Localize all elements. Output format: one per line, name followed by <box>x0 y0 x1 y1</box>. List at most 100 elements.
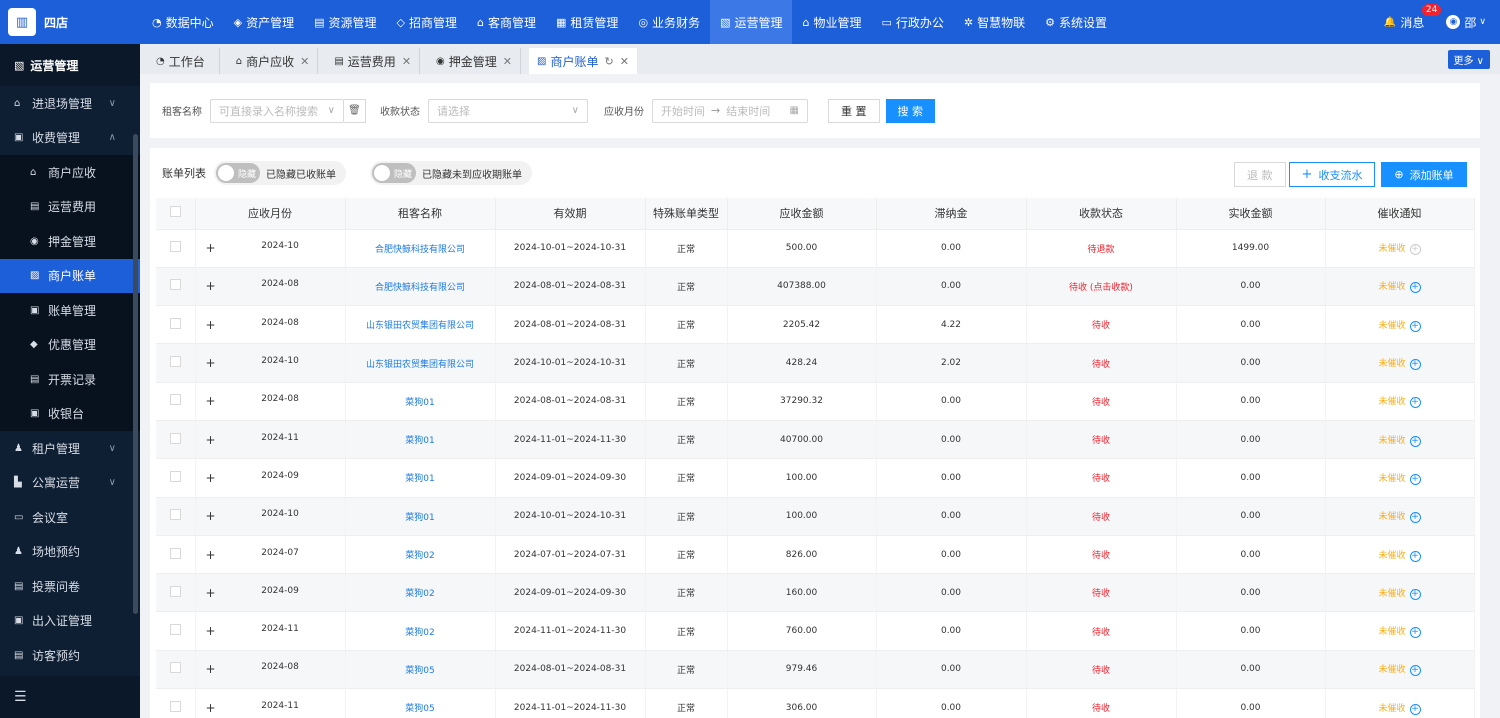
close-icon[interactable]: ✕ <box>503 55 512 68</box>
sidebar-item-sub_items-2[interactable]: ◉ 押金管理 <box>0 224 140 259</box>
expand-icon[interactable]: + <box>206 662 216 676</box>
tenant-link[interactable]: 山东银田农贸集团有限公司 <box>366 360 474 370</box>
tenant-link[interactable]: 菜狗05 <box>405 666 434 676</box>
tenant-link[interactable]: 菜狗02 <box>405 551 434 561</box>
reset-button[interactable]: 重 置 <box>828 98 880 123</box>
close-icon[interactable]: ✕ <box>402 55 411 68</box>
hide-not-due-toggle[interactable]: 隐藏 <box>372 163 416 183</box>
expand-icon[interactable]: + <box>206 701 216 715</box>
expand-icon[interactable]: + <box>206 624 216 638</box>
month-range-picker[interactable]: 开始时间 → 结束时间 ▦ <box>652 98 808 123</box>
topnav-item-5[interactable]: ▦ 租赁管理 <box>546 0 628 44</box>
messages-button[interactable]: 🔔 消息 24 <box>1384 3 1442 31</box>
send-remind-icon[interactable]: + <box>1409 244 1421 256</box>
tenant-link[interactable]: 菜狗01 <box>405 474 434 484</box>
topnav-item-7[interactable]: ▧ 运营管理 <box>710 0 793 44</box>
sidebar-item-items_bottom-5[interactable]: ▣ 出入证管理 <box>0 604 140 639</box>
row-checkbox[interactable] <box>169 624 181 636</box>
sidebar-item-items_top-0[interactable]: ⌂ 进退场管理 ∨ <box>0 86 140 121</box>
send-remind-icon[interactable]: + <box>1409 665 1421 677</box>
hide-paid-toggle[interactable]: 隐藏 <box>216 163 260 183</box>
expand-icon[interactable]: + <box>206 318 216 332</box>
search-button[interactable]: 搜 索 <box>885 98 935 123</box>
send-remind-icon[interactable]: + <box>1409 627 1421 639</box>
tab-1[interactable]: ⌂ 商户应收 ✕ <box>227 48 319 74</box>
topnav-item-2[interactable]: ▤ 资源管理 <box>304 0 386 44</box>
row-checkbox[interactable] <box>169 509 181 521</box>
clear-tenant-button[interactable]: 🗑 <box>344 98 366 123</box>
send-remind-icon[interactable]: + <box>1409 359 1421 371</box>
topnav-item-9[interactable]: ▭ 行政办公 <box>871 0 953 44</box>
row-checkbox[interactable] <box>169 241 181 253</box>
refresh-icon[interactable]: ↻ <box>604 55 613 68</box>
row-checkbox[interactable] <box>169 700 181 712</box>
collapse-menu-button[interactable]: ☰ <box>0 676 140 718</box>
topnav-item-6[interactable]: ◎ 业务财务 <box>628 0 710 44</box>
topnav-item-10[interactable]: ✲ 智慧物联 <box>954 0 1035 44</box>
cash-flow-button[interactable]: + 收支流水 <box>1289 162 1375 187</box>
expand-icon[interactable]: + <box>206 394 216 408</box>
status-select[interactable]: 请选择 ∨ <box>428 98 588 123</box>
send-remind-icon[interactable]: + <box>1409 320 1421 332</box>
sidebar-item-sub_items-4[interactable]: ▣ 账单管理 <box>0 293 140 328</box>
row-checkbox[interactable] <box>169 432 181 444</box>
row-checkbox[interactable] <box>169 547 181 559</box>
send-remind-icon[interactable]: + <box>1409 703 1421 715</box>
sidebar-item-items_bottom-3[interactable]: ♟ 场地预约 <box>0 535 140 570</box>
sidebar-item-items_bottom-1[interactable]: ▙ 公寓运营 ∨ <box>0 466 140 501</box>
tenant-link[interactable]: 菜狗02 <box>405 628 434 638</box>
topnav-item-8[interactable]: ⌂ 物业管理 <box>792 0 871 44</box>
expand-icon[interactable]: + <box>206 471 216 485</box>
send-remind-icon[interactable]: + <box>1409 473 1421 485</box>
row-checkbox[interactable] <box>169 470 181 482</box>
tab-3[interactable]: ◉ 押金管理 ✕ <box>428 48 521 74</box>
row-checkbox[interactable] <box>169 585 181 597</box>
logo[interactable]: ▥ 四店 <box>0 0 140 44</box>
row-checkbox[interactable] <box>169 394 181 406</box>
row-checkbox[interactable] <box>169 279 181 291</box>
tenant-link[interactable]: 菜狗01 <box>405 513 434 523</box>
sidebar-item-items_bottom-6[interactable]: ▤ 访客预约 <box>0 638 140 673</box>
expand-icon[interactable]: + <box>206 433 216 447</box>
expand-icon[interactable]: + <box>206 356 216 370</box>
user-menu[interactable]: ◉ 邵 ∨ <box>1446 14 1486 31</box>
sidebar-item-items_bottom-4[interactable]: ▤ 投票问卷 <box>0 569 140 604</box>
tenant-search-input[interactable]: 可直接录入名称搜索 ∨ <box>210 98 344 123</box>
tenant-link[interactable]: 菜狗05 <box>405 704 434 714</box>
send-remind-icon[interactable]: + <box>1409 282 1421 294</box>
sidebar-scrollbar[interactable] <box>133 134 138 614</box>
tenant-link[interactable]: 合肥快鲸科技有限公司 <box>375 283 465 293</box>
sidebar-item-items_top-1[interactable]: ▣ 收费管理 ∧ <box>0 121 140 156</box>
sidebar-item-items_bottom-0[interactable]: ♟ 租户管理 ∨ <box>0 431 140 466</box>
send-remind-icon[interactable]: + <box>1409 512 1421 524</box>
row-checkbox[interactable] <box>169 317 181 329</box>
tenant-link[interactable]: 菜狗01 <box>405 436 434 446</box>
topnav-item-11[interactable]: ⚙ 系统设置 <box>1035 0 1117 44</box>
row-checkbox[interactable] <box>169 356 181 368</box>
sidebar-item-sub_items-0[interactable]: ⌂ 商户应收 <box>0 155 140 190</box>
sidebar-item-sub_items-5[interactable]: ◆ 优惠管理 <box>0 328 140 363</box>
topnav-item-3[interactable]: ◇ 招商管理 <box>387 0 467 44</box>
sidebar-item-sub_items-1[interactable]: ▤ 运营费用 <box>0 190 140 225</box>
topnav-item-4[interactable]: ⌂ 客商管理 <box>467 0 546 44</box>
send-remind-icon[interactable]: + <box>1409 550 1421 562</box>
tenant-link[interactable]: 山东银田农贸集团有限公司 <box>366 321 474 331</box>
sidebar-item-sub_items-7[interactable]: ▣ 收银台 <box>0 397 140 432</box>
expand-icon[interactable]: + <box>206 241 216 255</box>
close-icon[interactable]: ✕ <box>300 55 309 68</box>
send-remind-icon[interactable]: + <box>1409 435 1421 447</box>
tenant-link[interactable]: 菜狗01 <box>405 398 434 408</box>
add-bill-button[interactable]: ⊕ 添加账单 <box>1381 162 1467 187</box>
topnav-item-1[interactable]: ◈ 资产管理 <box>224 0 304 44</box>
close-icon[interactable]: ✕ <box>620 55 629 68</box>
tenant-link[interactable]: 合肥快鲸科技有限公司 <box>375 245 465 255</box>
refund-button[interactable]: 退 款 <box>1234 162 1286 187</box>
sidebar-item-sub_items-3[interactable]: ▨ 商户账单 <box>0 258 140 293</box>
send-remind-icon[interactable]: + <box>1409 588 1421 600</box>
expand-icon[interactable]: + <box>206 509 216 523</box>
tab-0[interactable]: ◔ 工作台 <box>148 48 220 74</box>
status-text[interactable]: 待收 (点击收款) <box>1069 283 1133 293</box>
expand-icon[interactable]: + <box>206 279 216 293</box>
tab-2[interactable]: ▤ 运营费用 ✕ <box>326 48 421 74</box>
select-all-checkbox[interactable] <box>169 206 181 218</box>
